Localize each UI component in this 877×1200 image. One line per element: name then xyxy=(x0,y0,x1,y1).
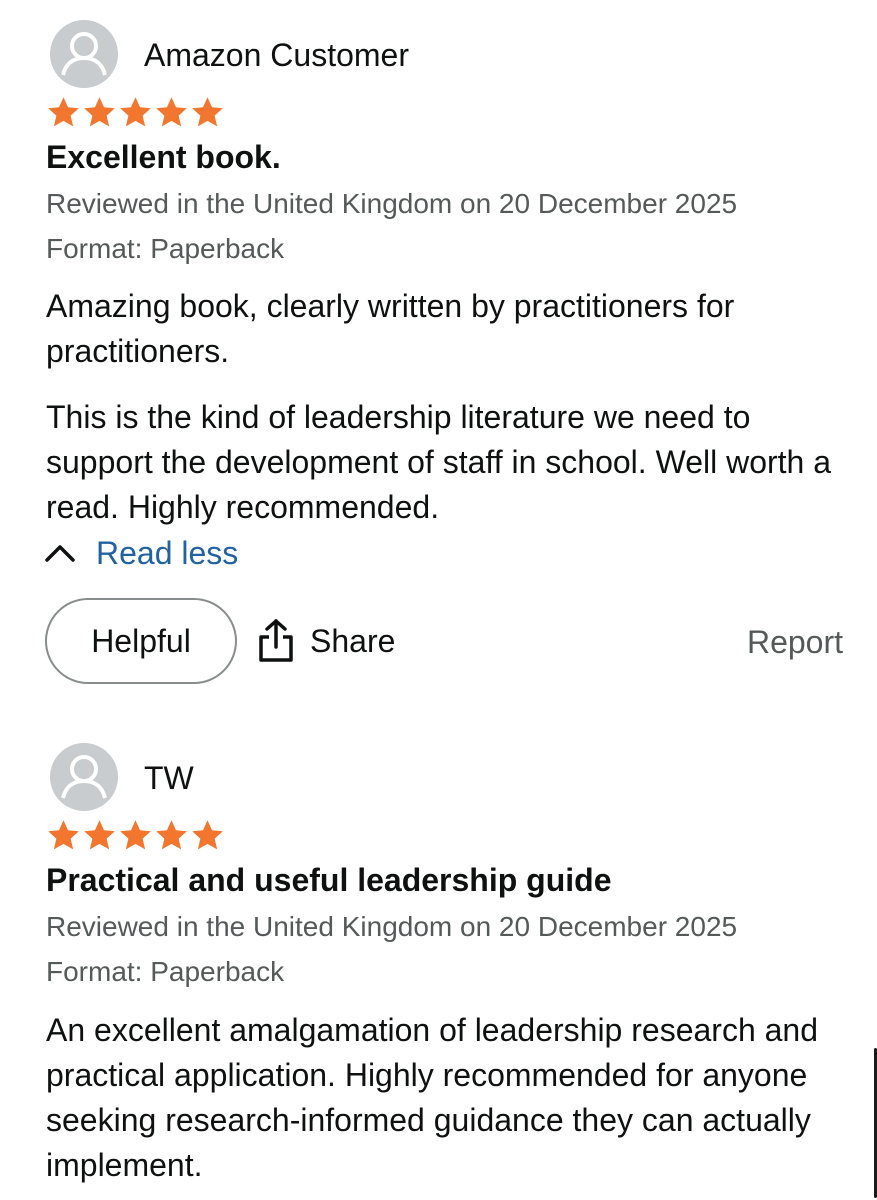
review-format: Format: Paperback xyxy=(46,233,285,264)
helpful-button[interactable]: Helpful xyxy=(45,598,237,684)
review-paragraph: Amazing book, clearly written by practit… xyxy=(46,288,735,369)
review-date: Reviewed in the United Kingdom on 20 Dec… xyxy=(46,188,738,219)
star-icon xyxy=(48,97,79,127)
read-less-label: Read less xyxy=(96,535,239,571)
share-icon xyxy=(259,619,293,662)
star-icon xyxy=(156,820,187,850)
chevron-up-icon xyxy=(45,545,75,562)
share-button[interactable]: Share xyxy=(256,612,395,670)
star-rating xyxy=(46,95,225,131)
star-icon xyxy=(156,97,187,127)
read-less-link[interactable]: Read less xyxy=(44,530,238,576)
review-format: Format: Paperback xyxy=(46,956,285,987)
user-silhouette-icon xyxy=(50,743,118,811)
star-icon xyxy=(120,97,151,127)
report-link[interactable]: Report xyxy=(747,620,843,664)
review-paragraph: An excellent amalgamation of leadership … xyxy=(46,1012,819,1183)
reviewer-name: Amazon Customer xyxy=(144,37,409,73)
user-silhouette-icon xyxy=(50,20,118,88)
star-icon xyxy=(84,97,115,127)
reviewer-profile[interactable]: Amazon Customer xyxy=(50,20,650,88)
star-icon xyxy=(192,97,223,127)
reviewer-profile[interactable]: TW xyxy=(50,743,650,811)
star-icon xyxy=(192,820,223,850)
star-icon xyxy=(48,820,79,850)
review-title[interactable]: Excellent book. xyxy=(46,135,281,179)
star-icon xyxy=(84,820,115,850)
review-title[interactable]: Practical and useful leadership guide xyxy=(46,858,612,902)
review-date: Reviewed in the United Kingdom on 20 Dec… xyxy=(46,911,738,942)
star-icon xyxy=(120,820,151,850)
share-label: Share xyxy=(310,622,396,659)
star-rating xyxy=(46,818,225,854)
reviewer-name: TW xyxy=(144,760,194,796)
review-paragraph: This is the kind of leadership literatur… xyxy=(46,399,832,525)
